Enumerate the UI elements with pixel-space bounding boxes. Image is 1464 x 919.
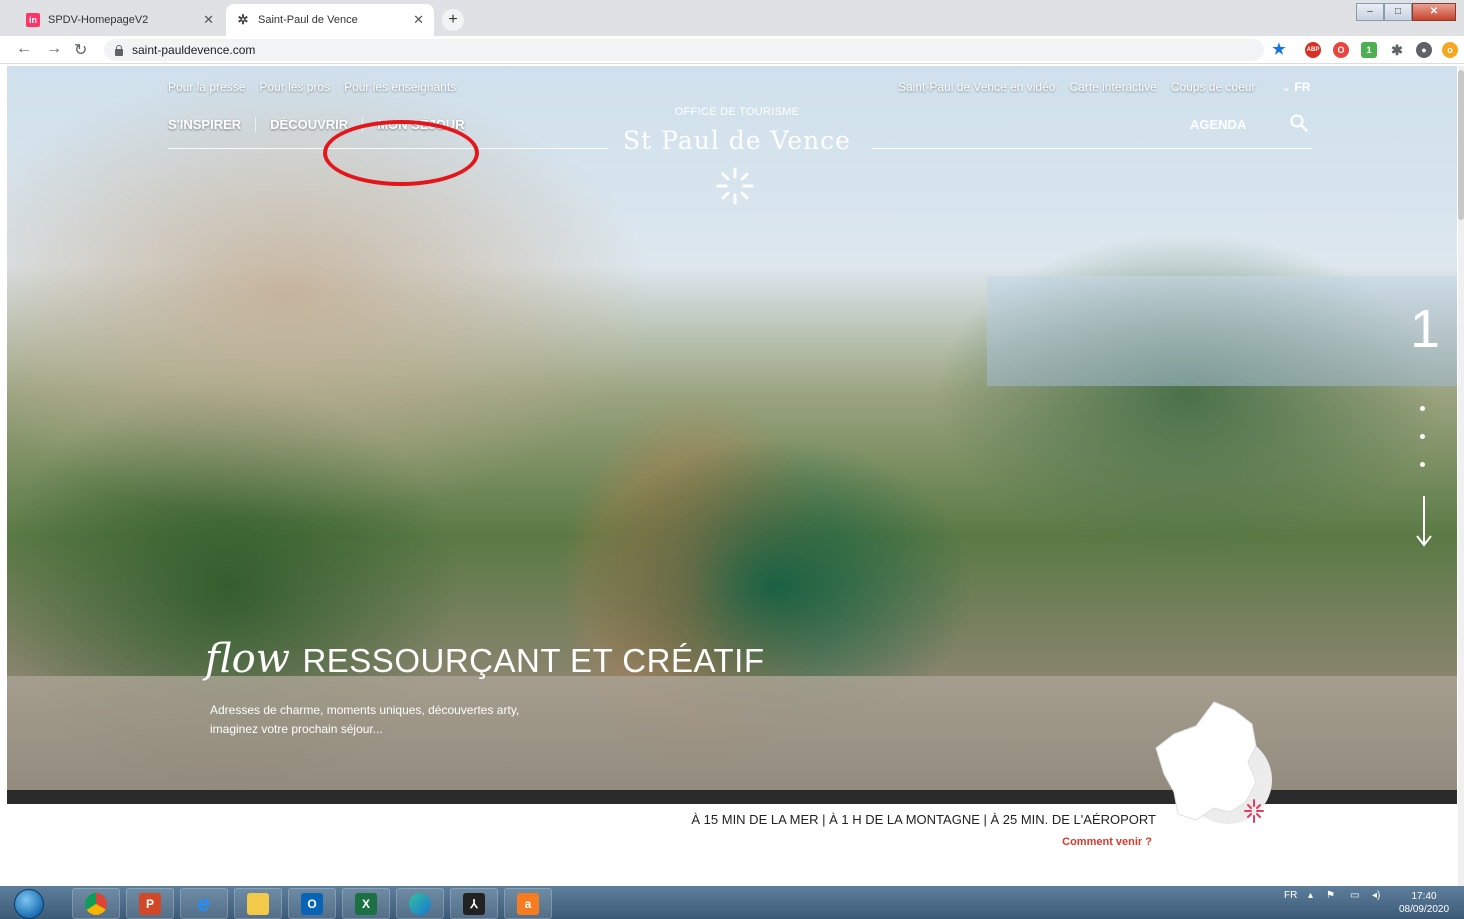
link-video[interactable]: Saint-Paul de Vence en vidéo xyxy=(898,80,1055,94)
extension-icon[interactable]: 1 xyxy=(1361,42,1377,58)
maximize-button[interactable]: □ xyxy=(1384,3,1412,21)
internet-explorer-icon: e xyxy=(197,890,211,916)
adblock-icon[interactable]: ABP xyxy=(1305,42,1321,58)
hero-description: Adresses de charme, moments uniques, déc… xyxy=(210,703,520,736)
hero-caption: flow RESSOURÇANT ET CRÉATIF Adresses de … xyxy=(205,636,765,736)
clock-date: 08/09/2020 xyxy=(1398,904,1450,915)
secondary-nav-right: Saint-Paul de Vence en vidéo Carte inter… xyxy=(898,80,1256,94)
sun-logo-icon xyxy=(716,167,754,205)
distance-tagline: À 15 MIN DE LA MER | À 1 H DE LA MONTAGN… xyxy=(691,812,1156,827)
tab-saint-paul-de-vence[interactable]: ✲ Saint-Paul de Vence ✕ xyxy=(226,4,434,36)
excel-icon: X xyxy=(355,892,377,915)
link-coups-de-coeur[interactable]: Coups de coeur xyxy=(1171,80,1256,94)
puzzle-icon[interactable]: ✱ xyxy=(1389,42,1405,58)
url-field[interactable]: saint-pauldevence.com xyxy=(104,39,1264,61)
edge-icon xyxy=(409,892,431,915)
hero-script-word: flow xyxy=(205,636,290,682)
url-text: saint-pauldevence.com xyxy=(132,43,256,57)
tab-spdv-homepage[interactable]: in SPDV-HomepageV2 ✕ xyxy=(16,4,224,36)
chevron-down-icon: ⌄ xyxy=(1281,80,1292,94)
opera-icon[interactable]: O xyxy=(1333,42,1349,58)
sea-backdrop xyxy=(987,276,1457,386)
reload-icon[interactable]: ↻ xyxy=(74,40,87,60)
close-window-button[interactable]: ✕ xyxy=(1412,3,1456,21)
volume-icon[interactable]: ◂) xyxy=(1372,890,1380,901)
address-toolbar: ← → ↻ saint-pauldevence.com ★ ABP O 1 ✱ … xyxy=(0,36,1464,64)
input-language[interactable]: FR xyxy=(1284,890,1297,901)
chrome-icon xyxy=(85,892,107,915)
system-clock[interactable]: 17:40 08/09/2020 xyxy=(1394,890,1454,916)
tab-title: Saint-Paul de Vence xyxy=(258,14,358,26)
forward-arrow-icon[interactable]: → xyxy=(46,40,62,58)
slide-dot[interactable] xyxy=(1420,462,1425,467)
taskbar-chrome[interactable] xyxy=(72,888,120,919)
highlight-circle xyxy=(323,120,479,186)
taskbar-edge[interactable] xyxy=(396,888,444,919)
menu-extension-icon[interactable]: o xyxy=(1442,42,1458,58)
link-presse[interactable]: Pour la presse xyxy=(168,80,245,94)
invision-icon: in xyxy=(26,13,40,27)
slide-dot[interactable] xyxy=(1420,406,1425,411)
outlook-icon: O xyxy=(301,892,323,915)
acrobat-icon: ⅄ xyxy=(463,892,485,915)
slide-dot[interactable] xyxy=(1420,434,1425,439)
taskbar-acrobat[interactable]: ⅄ xyxy=(450,888,498,919)
network-icon[interactable]: ▭ xyxy=(1350,890,1359,901)
bookmark-star-icon[interactable]: ★ xyxy=(1271,42,1287,58)
search-icon[interactable] xyxy=(1290,114,1308,132)
taskbar-file-explorer[interactable] xyxy=(234,888,282,919)
menu-inspirer[interactable]: S'INSPIRER xyxy=(168,117,257,132)
logo-subtitle: OFFICE DE TOURISME xyxy=(674,106,800,118)
link-carte-interactive[interactable]: Carte interactive xyxy=(1069,80,1156,94)
lock-icon xyxy=(114,44,124,56)
scrollbar-thumb[interactable] xyxy=(1458,70,1464,220)
agenda-link[interactable]: AGENDA xyxy=(1190,117,1246,132)
taskbar-outlook[interactable]: O xyxy=(288,888,336,919)
minimize-button[interactable]: – xyxy=(1356,3,1384,21)
avast-icon: a xyxy=(517,892,539,915)
header-divider-right xyxy=(872,148,1312,149)
tab-title: SPDV-HomepageV2 xyxy=(48,14,149,26)
hero-headline: RESSOURÇANT ET CRÉATIF xyxy=(302,642,765,679)
powerpoint-icon: P xyxy=(139,892,161,915)
directions-link[interactable]: Comment venir ? xyxy=(0,836,1152,848)
back-arrow-icon[interactable]: ← xyxy=(16,40,32,58)
taskbar-excel[interactable]: X xyxy=(342,888,390,919)
link-enseignants[interactable]: Pour les enseignants xyxy=(344,80,456,94)
slide-number: 1 xyxy=(1410,299,1441,359)
language-selector[interactable]: ⌄ FR xyxy=(1281,80,1310,94)
folder-icon xyxy=(247,892,269,915)
browser-tab-strip: in SPDV-HomepageV2 ✕ ✲ Saint-Paul de Ven… xyxy=(0,0,1464,36)
new-tab-button[interactable]: + xyxy=(442,9,464,31)
site-logo[interactable]: St Paul de Vence xyxy=(567,126,907,155)
taskbar-internet-explorer[interactable]: e xyxy=(180,888,228,919)
scroll-down-arrow-icon[interactable] xyxy=(1415,496,1433,548)
tray-expand-icon[interactable]: ▴ xyxy=(1308,890,1313,901)
sun-logo-icon: ✲ xyxy=(237,12,249,27)
action-center-flag-icon[interactable]: ⚑ xyxy=(1326,890,1335,901)
hero-banner: Pour la presse Pour les pros Pour les en… xyxy=(7,66,1457,804)
close-tab-icon[interactable]: ✕ xyxy=(203,12,214,28)
clock-time: 17:40 xyxy=(1411,891,1437,902)
secondary-nav: Pour la presse Pour les pros Pour les en… xyxy=(168,80,456,94)
language-label: FR xyxy=(1294,80,1311,94)
link-pros[interactable]: Pour les pros xyxy=(259,80,330,94)
profile-icon[interactable]: ● xyxy=(1416,42,1432,58)
window-controls: – □ ✕ xyxy=(1356,3,1456,21)
taskbar-powerpoint[interactable]: P xyxy=(126,888,174,919)
start-button-icon[interactable] xyxy=(14,889,44,919)
taskbar-avast[interactable]: a xyxy=(504,888,552,919)
close-tab-icon[interactable]: ✕ xyxy=(413,12,424,28)
